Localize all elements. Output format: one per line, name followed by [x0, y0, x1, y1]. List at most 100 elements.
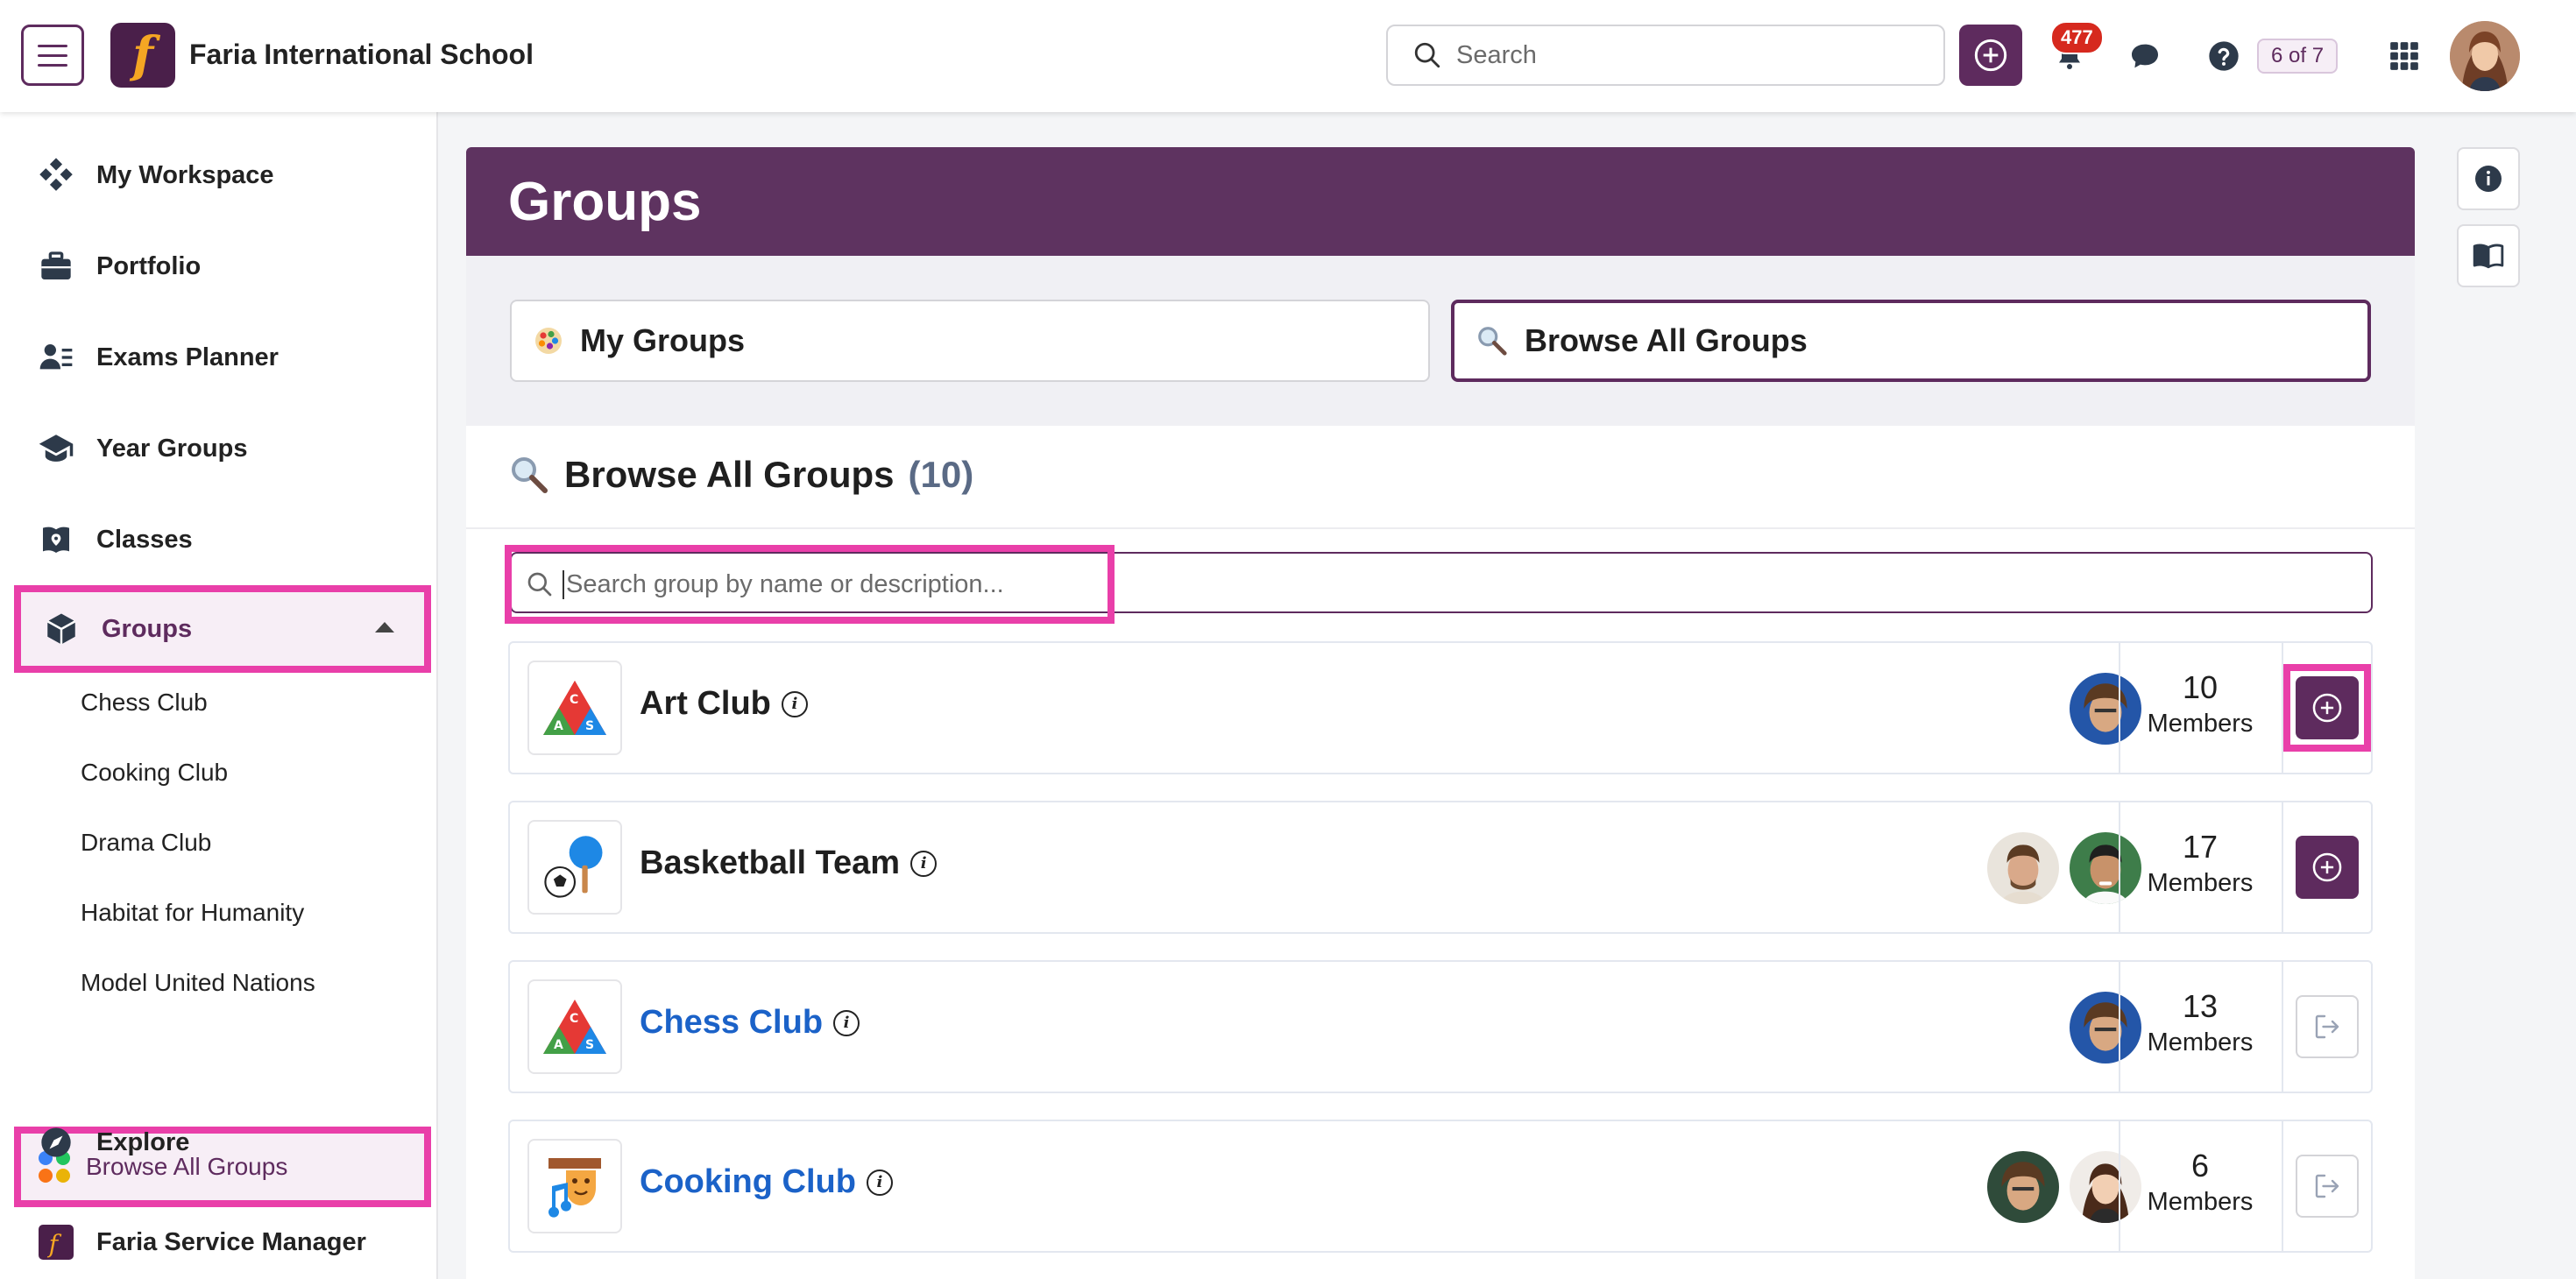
classes-icon [35, 519, 77, 561]
sidebar-item-label: Portfolio [96, 251, 202, 280]
leave-group-button[interactable] [2296, 995, 2359, 1058]
school-logo[interactable]: f [110, 23, 175, 88]
group-row-cooking-club: Cooking Club i 6 Members [508, 1120, 2373, 1253]
panel-heading: Browse All Groups (10) [508, 454, 973, 496]
member-avatar [2070, 992, 2141, 1063]
faria-icon: f [35, 1221, 77, 1263]
sidebar-item-groups[interactable]: Groups [14, 585, 431, 673]
theater-masks-icon [548, 1158, 601, 1218]
sidebar-item-faria-service-manager[interactable]: f Faria Service Manager [0, 1207, 438, 1277]
member-photo-icon [2070, 832, 2141, 904]
exams-icon [35, 336, 77, 378]
sidebar-item-label: Groups [102, 614, 193, 643]
group-search-highlight[interactable]: Search group by name or description... [505, 545, 1115, 624]
user-avatar[interactable] [2450, 21, 2520, 91]
member-count: 13 Members [2147, 988, 2254, 1056]
svg-text:C: C [570, 1012, 578, 1026]
search-icon [527, 572, 552, 597]
plus-circle-icon [2312, 852, 2342, 882]
open-book-icon [2473, 244, 2504, 269]
member-avatar [1987, 832, 2059, 904]
triangle-blocks-icon: CA S [543, 681, 606, 735]
page-title: Groups [508, 171, 702, 232]
join-group-button[interactable] [2296, 836, 2359, 899]
member-count: 10 Members [2147, 669, 2254, 738]
apps-grid-icon [2390, 42, 2418, 70]
group-name[interactable]: Art Club i [640, 685, 808, 723]
info-icon[interactable]: i [866, 1169, 893, 1196]
tab-my-groups[interactable]: My Groups [510, 300, 1430, 382]
svg-text:A: A [554, 719, 563, 733]
help-icon [2209, 41, 2239, 71]
svg-text:S: S [585, 1038, 594, 1052]
sidebar-subitem-cooking-club[interactable]: Cooking Club [81, 759, 228, 787]
info-icon[interactable]: i [910, 850, 938, 877]
group-thumbnail: CA S [527, 661, 622, 755]
sidebar-item-label: Exams Planner [96, 343, 279, 371]
svg-text:A: A [554, 1038, 563, 1052]
group-name-link[interactable]: Cooking Club i [640, 1163, 893, 1201]
plus-circle-icon [1974, 39, 2007, 72]
search-icon [1414, 42, 1440, 68]
member-avatar [2070, 673, 2141, 745]
apps-button[interactable] [2380, 32, 2429, 81]
group-search-placeholder: Search group by name or description... [563, 569, 1004, 599]
group-row-basketball-team: Basketball Team i 17 Members [508, 801, 2373, 934]
group-thumbnail [527, 820, 622, 915]
menu-toggle-button[interactable] [21, 25, 84, 86]
global-search-input[interactable]: Search [1386, 25, 1945, 86]
main-content: Groups My Groups Browse All Groups Brows… [466, 147, 2415, 1279]
sidebar-item-explore[interactable]: Explore [0, 1107, 438, 1177]
info-panel-button[interactable] [2457, 147, 2520, 210]
magnifier-icon [1478, 327, 1507, 356]
sidebar-subitem-chess-club[interactable]: Chess Club [81, 689, 208, 717]
messages-button[interactable] [2120, 32, 2169, 81]
join-group-button[interactable] [2296, 676, 2359, 739]
sidebar-item-classes[interactable]: Classes [0, 505, 438, 575]
sidebar-subitem-drama-club[interactable]: Drama Club [81, 829, 211, 857]
palette-icon [535, 328, 562, 354]
triangle-blocks-icon: CA S [543, 1000, 606, 1054]
member-photo-icon [2070, 992, 2141, 1063]
leave-group-button[interactable] [2296, 1155, 2359, 1218]
compass-icon [35, 1121, 77, 1163]
info-circle-icon [2475, 166, 2502, 192]
sidebar-item-my-workspace[interactable]: My Workspace [0, 140, 438, 210]
sidebar-item-label: Faria Service Manager [96, 1227, 366, 1256]
create-button[interactable] [1959, 25, 2022, 86]
info-icon[interactable]: i [833, 1009, 860, 1036]
sidebar-item-label: Explore [96, 1127, 190, 1156]
member-photo-icon [2070, 673, 2141, 745]
group-count: (10) [908, 454, 974, 495]
svg-text:C: C [570, 693, 578, 707]
group-name-link[interactable]: Chess Club i [640, 1004, 860, 1042]
pager-badge[interactable]: 6 of 7 [2257, 39, 2339, 74]
plus-circle-icon [2312, 693, 2342, 723]
exit-icon [2315, 1174, 2339, 1198]
group-name[interactable]: Basketball Team i [640, 844, 938, 882]
group-row-chess-club: CA S Chess Club i 13 Members [508, 960, 2373, 1093]
exit-icon [2315, 1014, 2339, 1039]
chevron-up-icon[interactable] [375, 622, 394, 632]
sidebar-subitem-habitat-for-humanity[interactable]: Habitat for Humanity [81, 899, 304, 927]
browse-groups-panel: Browse All Groups (10) Search group by n… [466, 426, 2415, 1279]
notification-count-badge: 477 [2050, 21, 2104, 54]
sidebar-item-portfolio[interactable]: Portfolio [0, 231, 438, 301]
help-button[interactable] [2199, 32, 2248, 81]
tab-browse-all-groups[interactable]: Browse All Groups [1451, 300, 2371, 382]
sidebar-item-year-groups[interactable]: Year Groups [0, 413, 438, 484]
tab-label: My Groups [580, 322, 746, 358]
info-icon[interactable]: i [781, 690, 808, 717]
guide-button[interactable] [2457, 224, 2520, 287]
member-count: 6 Members [2147, 1148, 2254, 1216]
member-avatar [1987, 1151, 2059, 1223]
tab-label: Browse All Groups [1525, 322, 1808, 358]
chat-bubble-icon [2132, 44, 2158, 68]
group-row-art-club: CA S Art Club i 10 Members [508, 641, 2373, 774]
sidebar-subitem-model-united-nations[interactable]: Model United Nations [81, 969, 315, 997]
sidebar: My Workspace Portfolio Exams Planner Yea… [0, 112, 438, 1279]
member-count: 17 Members [2147, 829, 2254, 897]
sidebar-item-exams-planner[interactable]: Exams Planner [0, 322, 438, 392]
cube-icon [40, 608, 82, 650]
school-name: Faria International School [189, 39, 534, 70]
